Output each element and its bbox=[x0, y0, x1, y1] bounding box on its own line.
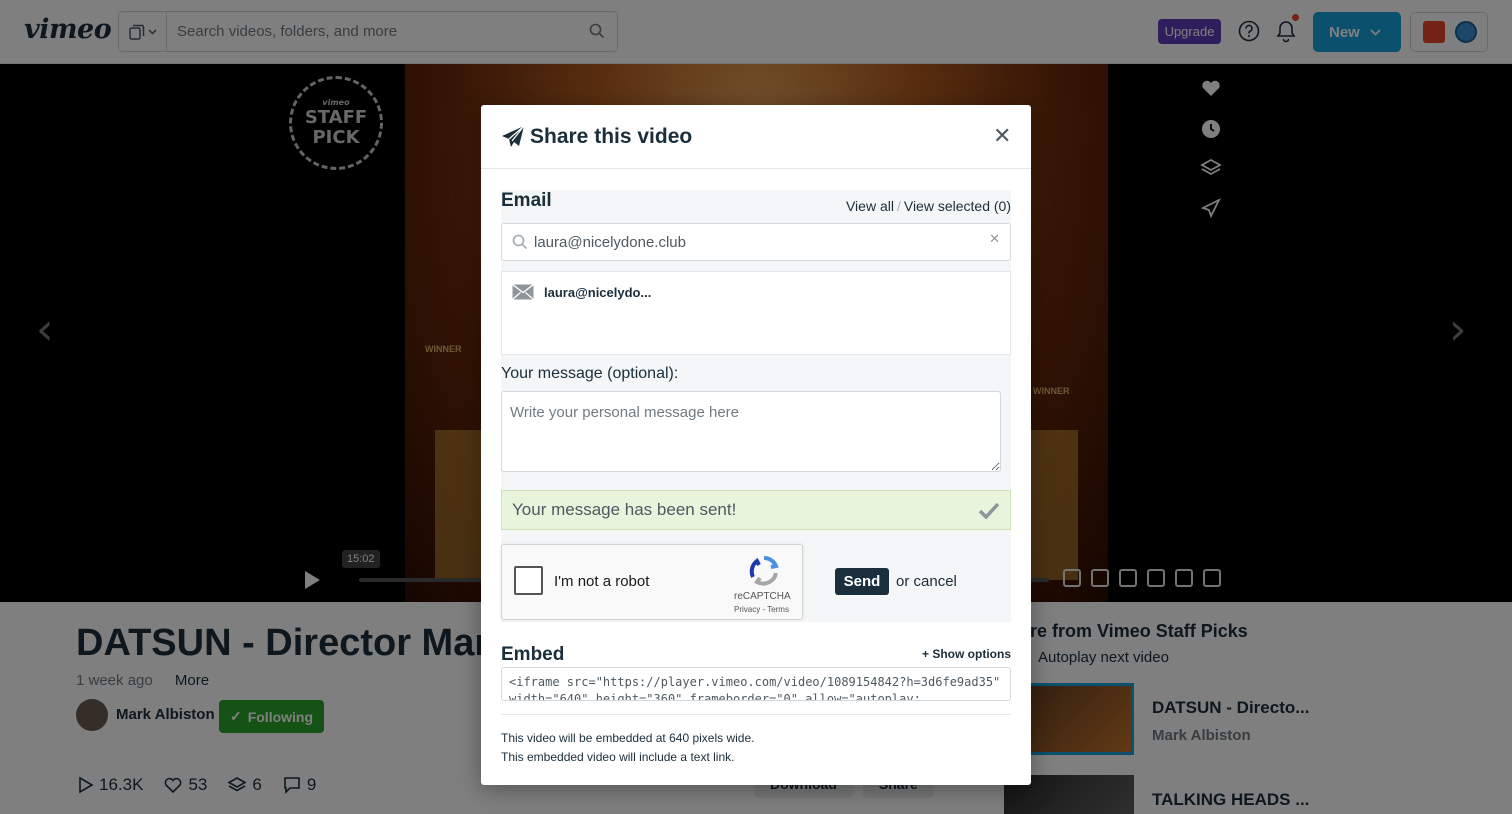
envelope-icon bbox=[512, 284, 534, 300]
divider bbox=[501, 714, 1011, 715]
recipient-suggestion[interactable]: laura@nicelydo... bbox=[512, 284, 651, 300]
email-input[interactable] bbox=[534, 224, 984, 260]
cancel-link[interactable]: or cancel bbox=[896, 573, 957, 590]
show-options-link[interactable]: + Show options bbox=[922, 647, 1011, 661]
recipient-suggestions: laura@nicelydo... bbox=[501, 271, 1011, 355]
checkmark-icon bbox=[978, 502, 1000, 519]
recaptcha-logo-icon bbox=[749, 556, 779, 586]
message-label: Your message (optional): bbox=[501, 365, 679, 382]
recaptcha-label: I'm not a robot bbox=[554, 573, 650, 590]
recipient-email: laura@nicelydo... bbox=[544, 284, 652, 300]
embed-section-label: Embed bbox=[501, 644, 565, 665]
recaptcha-widget: I'm not a robot reCAPTCHA Privacy - Term… bbox=[501, 544, 803, 620]
embed-width-note: This video will be embedded at 640 pixel… bbox=[501, 731, 755, 745]
embed-code-field[interactable]: <iframe src="https://player.vimeo.com/vi… bbox=[501, 667, 1011, 701]
recipient-view-links: View all / View selected (0) bbox=[846, 198, 1011, 214]
recaptcha-terms-link[interactable]: Privacy - Terms bbox=[734, 605, 789, 614]
view-all-link[interactable]: View all bbox=[846, 198, 894, 214]
paper-plane-icon bbox=[502, 125, 525, 147]
dialog-body: Email View all/View selected (0) ✕ laura… bbox=[481, 169, 1031, 785]
success-message: Your message has been sent! bbox=[501, 490, 1011, 530]
link-separator: / bbox=[896, 198, 901, 214]
email-section-label: Email bbox=[501, 190, 552, 211]
close-icon[interactable]: ✕ bbox=[993, 124, 1011, 149]
email-field: ✕ bbox=[501, 223, 1011, 261]
share-dialog: Share this video ✕ Email View all / View s… bbox=[481, 105, 1031, 785]
email-share-panel: Email View all/View selected (0) ✕ laura… bbox=[501, 190, 1011, 622]
clear-input-icon[interactable]: ✕ bbox=[989, 232, 1000, 247]
search-icon bbox=[512, 234, 528, 250]
dialog-title: Share this video bbox=[530, 125, 693, 148]
recaptcha-brand: reCAPTCHA bbox=[734, 591, 791, 602]
dialog-header: Share this video ✕ bbox=[481, 105, 1031, 169]
view-selected-link[interactable]: View selected (0) bbox=[904, 198, 1011, 214]
success-text: Your message has been sent! bbox=[512, 500, 737, 519]
send-button[interactable]: Send bbox=[835, 568, 889, 595]
recaptcha-checkbox[interactable] bbox=[514, 566, 543, 595]
embed-link-note: This embedded video will include a text … bbox=[501, 750, 735, 764]
message-textarea[interactable] bbox=[501, 391, 1001, 472]
